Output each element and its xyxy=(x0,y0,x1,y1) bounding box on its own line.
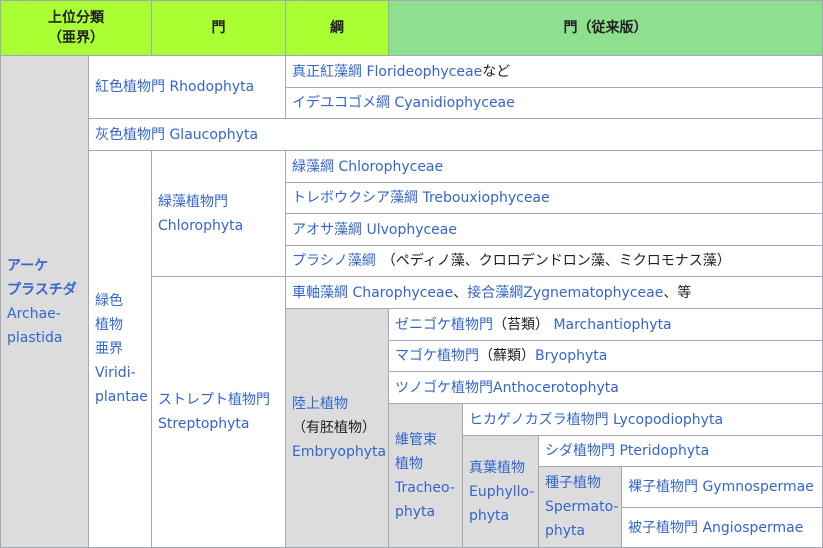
angiospermae-cell: 被子植物門 Angiospermae xyxy=(621,507,823,548)
tracheophyta-ja-1[interactable]: 維管束 xyxy=(395,428,455,452)
header-class: 綱 xyxy=(285,0,389,56)
bryophyta-note: （蘚類） xyxy=(479,348,535,364)
anthocerotophyta-ja-link[interactable]: ツノゴケ植物門 xyxy=(395,380,493,396)
lycopodiophyta-ja-link[interactable]: ヒカゲノカズラ植物門 xyxy=(469,412,609,428)
header-traditional-phylum: 門（従来版） xyxy=(388,0,823,56)
spermatophyta-ja-link[interactable]: 種子植物 xyxy=(545,471,618,495)
bryophyta-en-link[interactable]: Bryophyta xyxy=(535,348,607,364)
bryophyta-ja-link[interactable]: マゴケ植物門 xyxy=(395,348,479,364)
charophyceae-ja-link[interactable]: 車軸藻綱 xyxy=(292,285,348,301)
pteridophyta-ja-link[interactable]: シダ植物門 xyxy=(545,443,615,459)
embryophyta-cell: 陸上植物 （有胚植物） Embryophyta xyxy=(285,308,389,548)
trebouxiophyceae-en-link[interactable]: Trebouxiophyceae xyxy=(422,190,549,206)
chlorophyceae-en-link[interactable]: Chlorophyceae xyxy=(338,159,443,175)
tracheophyta-ja-2[interactable]: 植物 xyxy=(395,452,455,476)
anthocerotophyta-cell: ツノゴケ植物門Anthocerotophyta xyxy=(388,371,823,404)
header-phylum: 門 xyxy=(151,0,286,56)
marchantiophyta-note: （苔類） xyxy=(493,316,549,333)
classification-table: 上位分類 （亜界） 門 綱 門（従来版） アーケ プラスチダ Archae- p… xyxy=(0,0,823,548)
prasinophyceae-ja-link[interactable]: プラシノ藻綱 xyxy=(292,253,376,269)
prasinophyceae-cell: プラシノ藻綱 （ペディノ藻、クロロデンドロン藻、ミクロモナス藻） xyxy=(285,245,823,277)
rhodophyta-cell: 紅色植物門 Rhodophyta xyxy=(88,55,286,119)
header-superclass-line1: 上位分類 xyxy=(48,10,104,26)
trebouxiophyceae-ja-link[interactable]: トレボウクシア藻綱 xyxy=(292,190,418,206)
zygnematophyceae-ja-link[interactable]: 接合藻綱 xyxy=(467,285,523,301)
viridiplantae-ja-1[interactable]: 緑色 xyxy=(95,289,148,313)
cyanidiophyceae-ja-link[interactable]: イデユコゴメ綱 xyxy=(292,95,390,111)
header-superclass-line2: （亜界） xyxy=(48,30,104,46)
gymnospermae-ja-link[interactable]: 裸子植物門 xyxy=(628,479,698,495)
florideophyceae-cell: 真正紅藻綱 Florideophyceaeなど xyxy=(285,55,823,88)
prasinophyceae-note: （ペディノ藻、クロロデンドロン藻、ミクロモナス藻） xyxy=(381,253,731,269)
euphyllophyta-en-2[interactable]: phyta xyxy=(469,504,534,528)
embryophyta-note: （有胚植物） xyxy=(292,420,376,436)
florideophyceae-suffix: など xyxy=(482,63,511,80)
ulvophyceae-en-link[interactable]: Ulvophyceae xyxy=(366,222,457,238)
archaeplastida-link[interactable]: アーケ プラスチダ xyxy=(7,254,77,302)
rhodophyta-en-link[interactable]: Rhodophyta xyxy=(169,79,254,95)
trebouxiophyceae-cell: トレボウクシア藻綱 Trebouxiophyceae xyxy=(285,182,823,214)
ulvophyceae-ja-link[interactable]: アオサ藻綱 xyxy=(292,222,362,238)
viridiplantae-ja-2[interactable]: 植物 xyxy=(95,313,148,337)
spermatophyta-en-2[interactable]: phyta xyxy=(545,519,618,543)
anthocerotophyta-en-link[interactable]: Anthocerotophyta xyxy=(493,380,619,396)
embryophyta-ja-link[interactable]: 陸上植物 xyxy=(292,392,386,416)
marchantiophyta-cell: ゼニゴケ植物門（苔類） Marchantiophyta xyxy=(388,308,823,341)
euphyllophyta-cell: 真葉植物 Euphyllo- phyta xyxy=(462,435,539,548)
streptophyta-en-link[interactable]: Streptophyta xyxy=(158,412,270,436)
archaeplastida-latin-1[interactable]: Archae- xyxy=(7,302,77,326)
glaucophyta-ja-link[interactable]: 灰色植物門 xyxy=(95,127,165,143)
glaucophyta-en-link[interactable]: Glaucophyta xyxy=(169,127,258,143)
streptophyta-ja-link[interactable]: ストレプト植物門 xyxy=(158,388,270,412)
archaeplastida-cell: アーケ プラスチダ Archae- plastida xyxy=(0,55,89,548)
florideophyceae-ja-link[interactable]: 真正紅藻綱 xyxy=(292,64,362,80)
header-superclass: 上位分類 （亜界） xyxy=(0,0,152,56)
streptophyta-cell: ストレプト植物門 Streptophyta xyxy=(151,276,286,548)
tracheophyta-en-2[interactable]: phyta xyxy=(395,500,455,524)
euphyllophyta-ja-link[interactable]: 真葉植物 xyxy=(469,456,534,480)
viridiplantae-cell: 緑色 植物 亜界 Viridi- plantae xyxy=(88,150,152,548)
marchantiophyta-en-link[interactable]: Marchantiophyta xyxy=(553,317,671,333)
viridiplantae-ja-3[interactable]: 亜界 xyxy=(95,337,148,361)
rhodophyta-ja-link[interactable]: 紅色植物門 xyxy=(95,79,165,95)
ulvophyceae-cell: アオサ藻綱 Ulvophyceae xyxy=(285,213,823,246)
charophyceae-separator: 、 xyxy=(453,284,468,301)
archaeplastida-latin-2[interactable]: plastida xyxy=(7,326,77,350)
bryophyta-cell: マゴケ植物門（蘚類）Bryophyta xyxy=(388,340,823,372)
cyanidiophyceae-en-link[interactable]: Cyanidiophyceae xyxy=(394,95,514,111)
marchantiophyta-ja-link[interactable]: ゼニゴケ植物門 xyxy=(395,317,493,333)
chlorophyta-en-link[interactable]: Chlorophyta xyxy=(158,214,243,238)
florideophyceae-en-link[interactable]: Florideophyceae xyxy=(366,64,482,80)
angiospermae-en-link[interactable]: Angiospermae xyxy=(702,520,803,536)
embryophyta-en-link[interactable]: Embryophyta xyxy=(292,440,386,464)
tracheophyta-cell: 維管束 植物 Tracheo- phyta xyxy=(388,403,463,548)
pteridophyta-en-link[interactable]: Pteridophyta xyxy=(619,443,709,459)
glaucophyta-cell: 灰色植物門 Glaucophyta xyxy=(88,118,823,151)
cyanidiophyceae-cell: イデユコゴメ綱 Cyanidiophyceae xyxy=(285,87,823,119)
chlorophyceae-ja-link[interactable]: 緑藻綱 xyxy=(292,159,334,175)
euphyllophyta-en-1[interactable]: Euphyllo- xyxy=(469,480,534,504)
gymnospermae-en-link[interactable]: Gymnospermae xyxy=(702,479,813,495)
chlorophyceae-cell: 緑藻綱 Chlorophyceae xyxy=(285,150,823,183)
pteridophyta-cell: シダ植物門 Pteridophyta xyxy=(538,435,823,467)
charophyceae-cell: 車軸藻綱 Charophyceae、接合藻綱Zygnematophyceae、等 xyxy=(285,276,823,309)
charophyceae-suffix: 、等 xyxy=(663,284,692,301)
spermatophyta-cell: 種子植物 Spermato- phyta xyxy=(538,466,622,548)
gymnospermae-cell: 裸子植物門 Gymnospermae xyxy=(621,466,823,508)
tracheophyta-en-1[interactable]: Tracheo- xyxy=(395,476,455,500)
lycopodiophyta-en-link[interactable]: Lycopodiophyta xyxy=(613,412,723,428)
charophyceae-en-link[interactable]: Charophyceae xyxy=(352,285,453,301)
viridiplantae-en-1[interactable]: Viridi- xyxy=(95,361,148,385)
chlorophyta-ja-link[interactable]: 緑藻植物門 xyxy=(158,190,243,214)
viridiplantae-en-2[interactable]: plantae xyxy=(95,385,148,409)
chlorophyta-cell: 緑藻植物門 Chlorophyta xyxy=(151,150,286,277)
lycopodiophyta-cell: ヒカゲノカズラ植物門 Lycopodiophyta xyxy=(462,403,823,436)
spermatophyta-en-1[interactable]: Spermato- xyxy=(545,495,618,519)
zygnematophyceae-en-link[interactable]: Zygnematophyceae xyxy=(523,285,663,301)
angiospermae-ja-link[interactable]: 被子植物門 xyxy=(628,520,698,536)
